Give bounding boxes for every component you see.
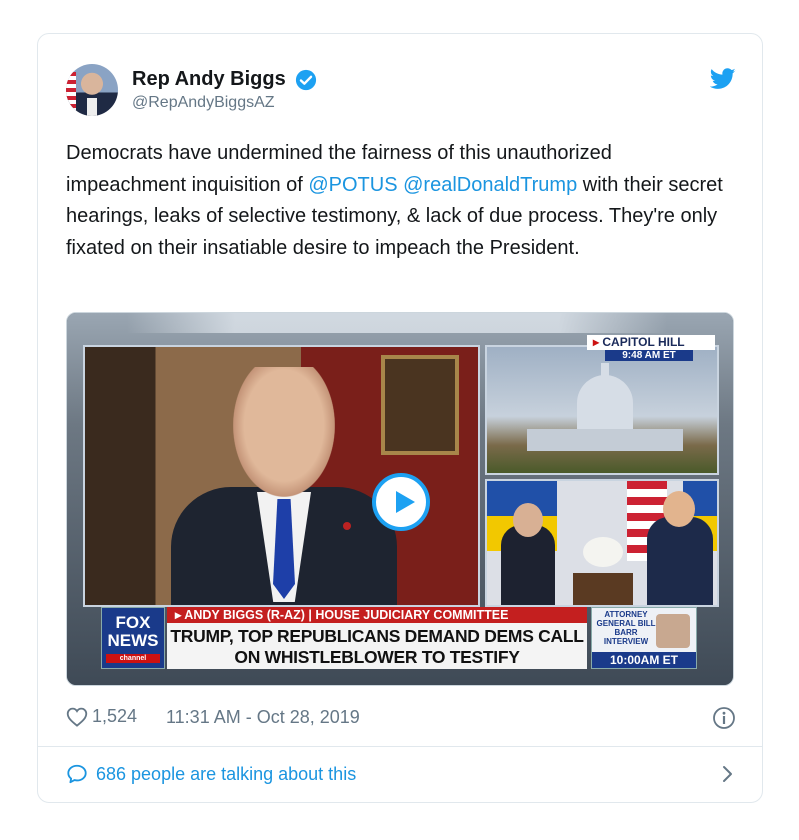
author-info: Rep Andy Biggs @RepAndyBiggsAZ <box>132 68 317 112</box>
author-name[interactable]: Rep Andy Biggs <box>132 68 286 91</box>
capitol-time: 9:48 AM ET <box>605 350 693 361</box>
capitol-dome <box>577 375 633 433</box>
twitter-bird-icon[interactable] <box>710 68 736 90</box>
tweet-timestamp[interactable]: 11:31 AM - Oct 28, 2019 <box>166 707 360 728</box>
author-handle[interactable]: @RepAndyBiggsAZ <box>132 94 317 112</box>
promo-text: ATTORNEY GENERAL BILL BARR INTERVIEW <box>596 610 656 646</box>
mention-realdonaldtrump-link[interactable]: @realDonaldTrump <box>403 174 577 196</box>
speaker-video-panel <box>83 345 480 607</box>
like-count: 1,524 <box>92 706 138 726</box>
divider <box>38 746 762 747</box>
meeting-video-panel <box>485 479 719 607</box>
like-button[interactable]: 1,524 <box>66 706 137 727</box>
network-logo: FOX NEWS channel <box>101 607 165 669</box>
speech-bubble-icon <box>67 764 87 784</box>
avatar[interactable] <box>66 64 118 116</box>
capitol-video-panel <box>485 345 719 475</box>
speaker-head <box>233 367 335 497</box>
video-player[interactable]: ▸ CAPITOL HILL 9:48 AM ET FOX NEWS chann… <box>66 312 734 686</box>
avatar-shirt <box>87 98 97 116</box>
chevron-right-icon <box>723 766 732 782</box>
wall-painting <box>381 355 459 455</box>
tweet-meta: 1,524 11:31 AM - Oct 28, 2019 <box>66 706 736 730</box>
capitol-tag: ▸ CAPITOL HILL 9:48 AM ET <box>587 335 715 361</box>
conversation-count: 686 people are talking about this <box>96 764 357 784</box>
chyron-headline: TRUMP, TOP REPUBLICANS DEMAND DEMS CALL … <box>167 623 587 669</box>
promo-box: ATTORNEY GENERAL BILL BARR INTERVIEW 10:… <box>591 607 697 669</box>
capitol-label: CAPITOL HILL <box>602 335 685 349</box>
conversation-link[interactable]: 686 people are talking about this <box>66 760 736 790</box>
verified-badge-icon <box>296 69 317 90</box>
play-icon[interactable] <box>372 473 430 531</box>
avatar-flag <box>66 72 76 112</box>
tweet-header: Rep Andy Biggs @RepAndyBiggsAZ <box>66 64 736 120</box>
info-icon[interactable] <box>712 706 736 730</box>
promo-time: 10:00AM ET <box>592 652 696 668</box>
chyron-strip: ▸ ANDY BIGGS (R-AZ) | HOUSE JUDICIARY CO… <box>167 607 587 623</box>
tweet-text: Democrats have undermined the fairness o… <box>66 138 734 264</box>
studio-light <box>127 313 667 333</box>
heart-icon <box>66 707 88 727</box>
tweet-card[interactable]: Rep Andy Biggs @RepAndyBiggsAZ Democrats… <box>37 33 763 803</box>
mention-potus-link[interactable]: @POTUS <box>308 174 397 196</box>
news-chyron: FOX NEWS channel ▸ ANDY BIGGS (R-AZ) | H… <box>67 607 733 677</box>
